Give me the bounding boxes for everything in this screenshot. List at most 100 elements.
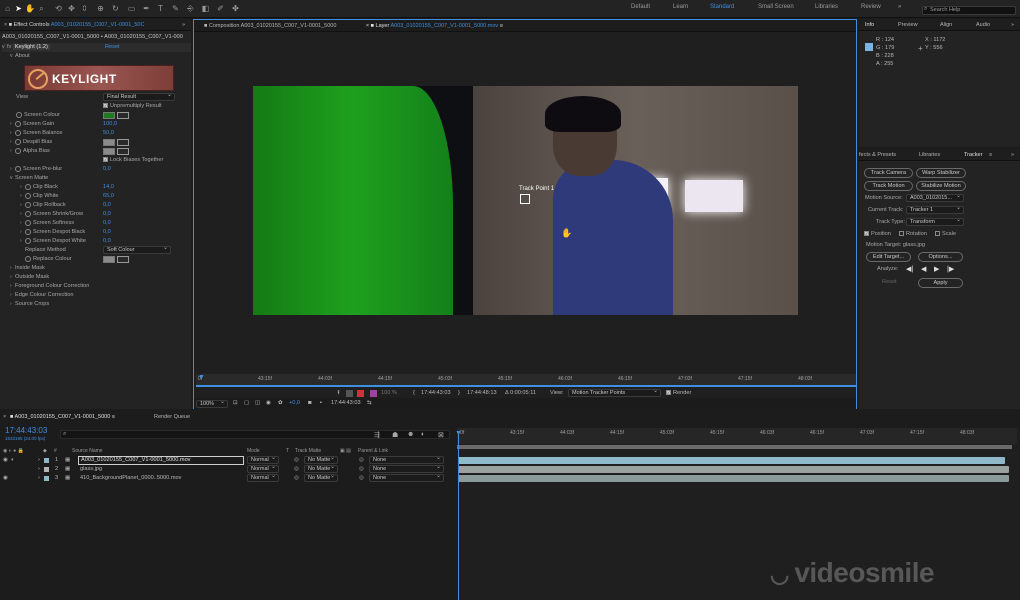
out-bracket-icon[interactable]: } — [458, 388, 460, 398]
expand-layer-icon[interactable]: › — [38, 456, 40, 465]
home-icon[interactable]: ⌂ — [3, 4, 12, 13]
screen-despot-black-value[interactable]: 0,0 — [103, 228, 111, 237]
workspace-more-icon[interactable]: » — [898, 4, 901, 10]
stabilize-motion-button[interactable]: Stabilize Motion — [916, 181, 966, 191]
group-edge-colour[interactable]: › Edge Colour Correction — [10, 291, 73, 300]
hand-tool-icon[interactable]: ✋ — [25, 4, 35, 13]
screen-shrink-grow-value[interactable]: 0,0 — [103, 210, 111, 219]
current-track-dropdown[interactable]: Tracker 1 — [906, 205, 964, 214]
view-dropdown[interactable]: Final Result — [103, 92, 175, 101]
show-snapshot-icon[interactable]: ▪ — [320, 398, 322, 409]
workspace-small-screen[interactable]: Small Screen — [758, 4, 794, 10]
exposure-value[interactable]: +0,0 — [289, 398, 300, 409]
stopwatch-icon[interactable] — [15, 120, 21, 127]
grid-icon[interactable]: ▢ — [244, 398, 249, 409]
timeline-ruler[interactable]: 0f 43:15f 44:03f 44:15f 45:03f 45:15f 46:03f 46… — [457, 428, 1017, 444]
visibility-eye-icon[interactable]: ◉ — [3, 456, 8, 465]
workspace-default[interactable]: Default — [631, 4, 650, 10]
rectangle-tool-icon[interactable]: ▭ — [127, 4, 136, 13]
clip-white-value[interactable]: 65,0 — [103, 192, 114, 201]
matte-link-icon[interactable]: ◎ — [294, 474, 299, 483]
close-icon[interactable]: × — [3, 411, 6, 423]
in-point-icon[interactable]: ⤉ — [337, 388, 339, 398]
stopwatch-icon[interactable] — [25, 210, 31, 217]
screen-gain-value[interactable]: 100,0 — [103, 120, 117, 129]
matte-link-icon[interactable]: ◎ — [294, 456, 299, 465]
brush-tool-icon[interactable]: ✎ — [171, 4, 180, 13]
clone-stamp-icon[interactable]: ⎆ — [186, 4, 195, 13]
panel-menu-icon[interactable]: ≡ — [989, 149, 992, 160]
close-icon[interactable]: × — [4, 22, 7, 28]
eyedropper-icon[interactable] — [117, 148, 129, 155]
shy-layers-icon[interactable]: ☻ — [407, 431, 414, 438]
layer-row-1[interactable]: ◉ ◐ › 1 ▦ A003_01020155_C007_V1-0001_500… — [0, 455, 456, 465]
track-matte-header[interactable]: Track Matte — [295, 447, 321, 455]
track-type-dropdown[interactable]: Transform — [906, 217, 964, 226]
panel-expand-icon[interactable]: » — [1011, 19, 1014, 30]
view-mode-dropdown[interactable]: Motion Tracker Points — [568, 388, 661, 397]
position-checkbox[interactable]: ✓ — [864, 231, 869, 237]
render-checkbox-row[interactable]: ✓ Render — [666, 388, 691, 398]
warp-stabilizer-button[interactable]: Warp Stabilizer — [916, 168, 966, 178]
scale-check-row[interactable]: Scale — [935, 231, 956, 237]
pickwhip-icon[interactable]: ◎ — [359, 456, 364, 465]
layer-work-area-bar[interactable] — [196, 385, 856, 387]
work-area-bar[interactable] — [457, 445, 1012, 449]
parent-dropdown[interactable]: None — [369, 455, 444, 464]
snapshot-icon[interactable]: ◙ — [308, 398, 311, 409]
motion-source-dropdown[interactable]: A003_0102015... — [906, 193, 964, 202]
workspace-review[interactable]: Review — [861, 4, 881, 10]
track-point-box[interactable] — [520, 194, 530, 204]
label-color-swatch[interactable] — [44, 476, 49, 481]
analyze-backward-icon[interactable]: ◀ — [921, 265, 926, 273]
clip-black-value[interactable]: 14,0 — [103, 183, 114, 192]
track-motion-button[interactable]: Track Motion — [864, 181, 913, 191]
playhead-line[interactable] — [458, 432, 459, 600]
tab-effects-presets[interactable]: fects & Presets — [859, 149, 896, 160]
track-matte-dropdown[interactable]: No Matte — [304, 464, 338, 473]
stopwatch-icon[interactable] — [16, 111, 22, 118]
type-tool-icon[interactable]: T — [156, 4, 165, 13]
panel-expand-icon[interactable]: » — [182, 19, 185, 31]
channels-icon[interactable]: ◉ — [266, 398, 271, 409]
lock-biases-row[interactable]: ✓ Lock Biases Together — [103, 156, 163, 165]
frame-blending-icon[interactable]: ◐ — [421, 431, 425, 438]
lock-biases-checkbox[interactable]: ✓ — [103, 157, 108, 163]
orbit-camera-icon[interactable]: ⟲ — [54, 4, 63, 13]
marker-button[interactable] — [346, 390, 353, 397]
footage-frame[interactable]: Track Point 1 ✋ — [253, 86, 798, 315]
analyze-forward-icon[interactable]: ▶ — [934, 265, 939, 273]
parent-dropdown[interactable]: None — [369, 473, 444, 482]
screen-despot-white-value[interactable]: 0,0 — [103, 237, 111, 246]
current-time-value[interactable]: 17:44:43:03 — [331, 398, 361, 409]
mask-visibility-icon[interactable]: ◫ — [255, 398, 260, 409]
label-color-swatch[interactable] — [44, 467, 49, 472]
layer-switch-icon[interactable]: ⇆ — [367, 398, 372, 409]
layer-mode-dropdown[interactable]: Normal — [247, 455, 279, 464]
anchor-point-icon[interactable]: ⊕ — [96, 4, 105, 13]
roto-brush-icon[interactable]: ✐ — [216, 4, 225, 13]
stopwatch-icon[interactable] — [15, 138, 21, 145]
layer-row-3[interactable]: ◉ › 3 ▦ 410_BackgroundPlanet_0000..5000.… — [0, 473, 456, 483]
screen-balance-value[interactable]: 50,0 — [103, 129, 114, 138]
timeline-track-area[interactable]: 0f 43:15f 44:03f 44:15f 45:03f 45:15f 46:03f 46… — [455, 428, 1020, 600]
safe-zones-icon[interactable]: ⊡ — [233, 398, 238, 409]
layer-bar-3[interactable] — [458, 475, 1009, 482]
opacity-value[interactable]: 100 % — [381, 388, 397, 398]
stopwatch-icon[interactable] — [15, 165, 21, 172]
eyedropper-icon[interactable] — [117, 112, 129, 119]
layer-row-2[interactable]: › 2 ▦ glass.jpg Normal ◎ No Matte ◎ None — [0, 464, 456, 474]
playhead-marker-icon[interactable]: ▼ — [198, 374, 205, 382]
group-inside-mask[interactable]: › Inside Mask — [10, 264, 45, 273]
pickwhip-icon[interactable]: ◎ — [359, 474, 364, 483]
color-management-icon[interactable]: ✿ — [278, 398, 283, 409]
layer-tab[interactable]: × ■ Layer A003_01020155_C007_V1-0001_500… — [366, 23, 503, 29]
out-time-value[interactable]: 17:44:48:13 — [467, 388, 497, 398]
replace-method-dropdown[interactable]: Soft Colour — [103, 245, 171, 254]
eyedropper-icon[interactable] — [117, 139, 129, 146]
effect-controls-tab[interactable]: ■ Effect Controls A003_01020155_C007_V1-… — [9, 22, 145, 28]
composition-tab[interactable]: ■ Composition A003_01020155_C007_V1-0001… — [204, 23, 336, 29]
workspace-learn[interactable]: Learn — [673, 4, 688, 10]
zoom-dropdown[interactable]: 100% — [196, 399, 228, 408]
group-source-crops[interactable]: › Source Crops — [10, 300, 49, 309]
